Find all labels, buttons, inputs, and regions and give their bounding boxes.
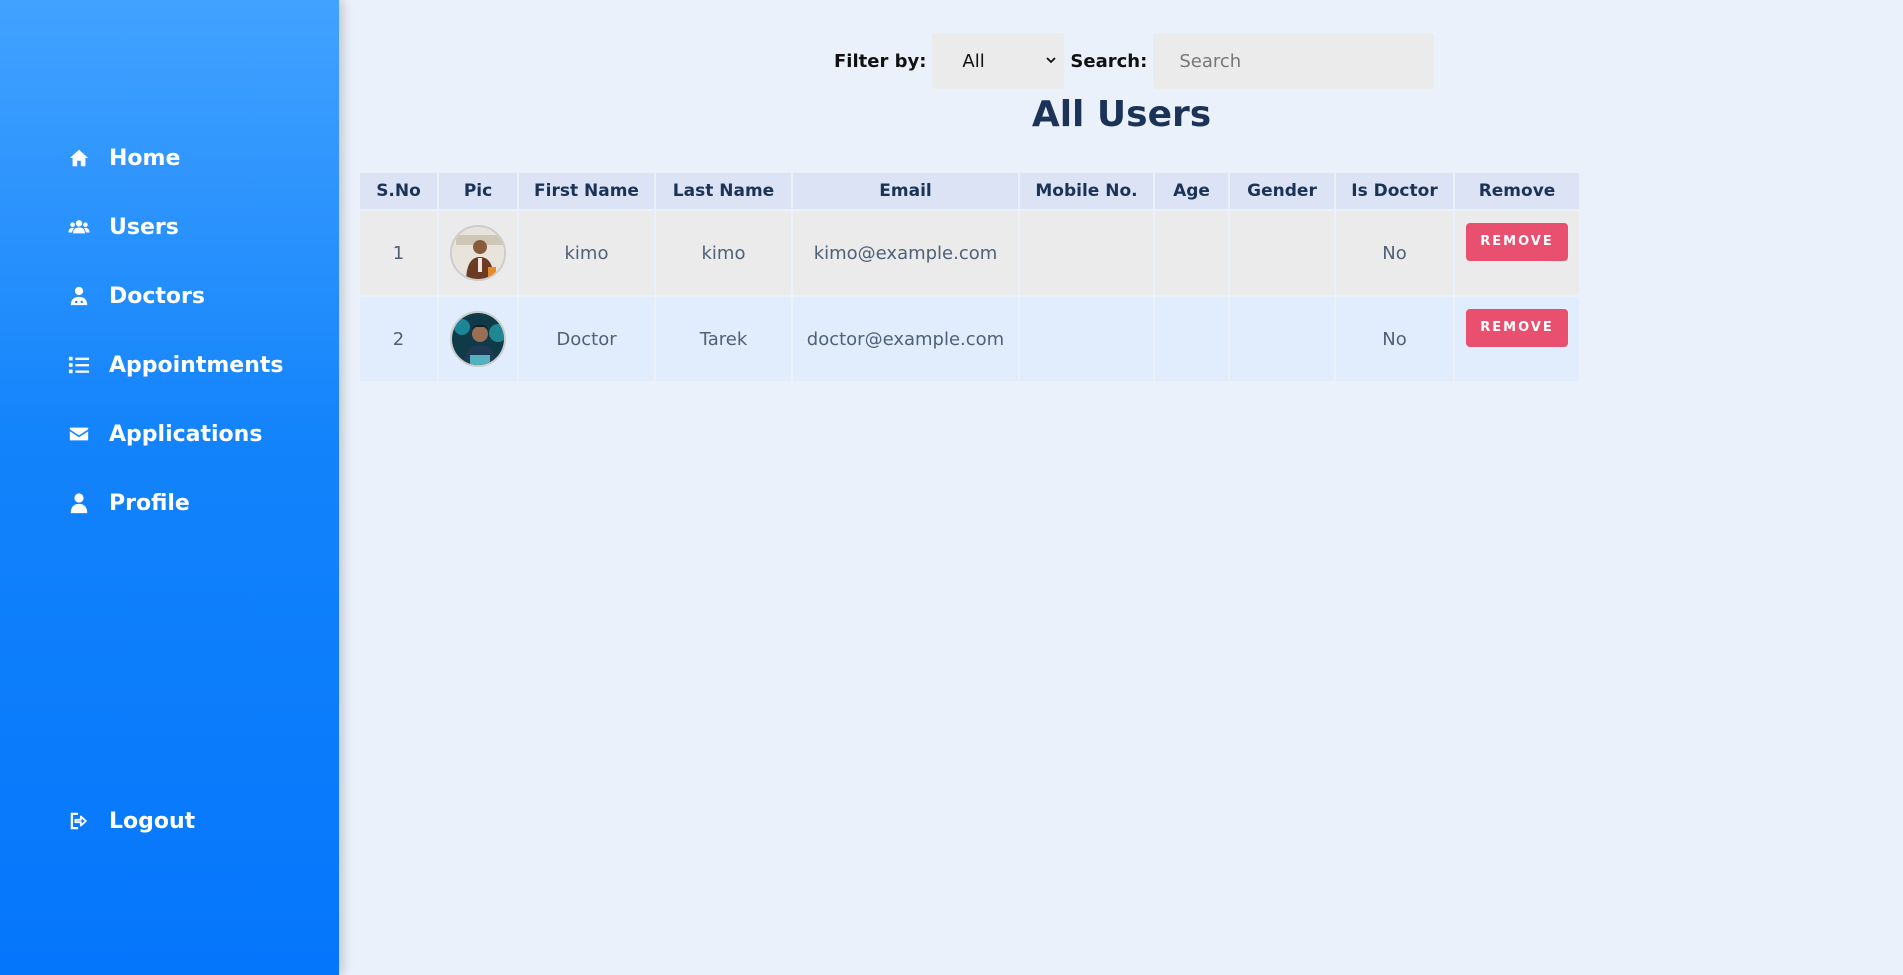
column-header: Pic xyxy=(437,171,519,211)
filter-bar: Filter by: All Search: xyxy=(834,33,1435,89)
filter-select-value: All xyxy=(962,50,985,72)
avatar xyxy=(450,225,506,281)
sidebar-item-label: Users xyxy=(109,214,179,240)
sidebar-item-label: Appointments xyxy=(109,352,284,378)
envelope-icon xyxy=(68,423,90,445)
cell-age xyxy=(1153,209,1230,297)
cell-is-doctor: No xyxy=(1334,209,1455,297)
sidebar-item-profile[interactable]: Profile xyxy=(68,486,190,520)
sidebar-item-label: Profile xyxy=(109,490,190,516)
sidebar-item-users[interactable]: Users xyxy=(68,210,179,244)
cell-remove: REMOVE xyxy=(1453,209,1581,297)
filter-label: Filter by: xyxy=(834,50,927,72)
table-row: 1 kimo kimo kimo@example.com No REMOVE xyxy=(358,209,1581,297)
logout-icon xyxy=(68,810,90,832)
cell-email: doctor@example.com xyxy=(791,295,1020,383)
user-icon xyxy=(68,492,90,514)
sidebar-item-label: Applications xyxy=(109,421,263,447)
search-label: Search: xyxy=(1070,50,1148,72)
column-header: Remove xyxy=(1453,171,1581,211)
cell-gender xyxy=(1228,295,1336,383)
cell-last-name: kimo xyxy=(654,209,793,297)
page-title: All Users xyxy=(1031,94,1212,135)
table-header-row: S.No Pic First Name Last Name Email Mobi… xyxy=(358,171,1581,211)
users-icon xyxy=(68,216,90,238)
remove-button[interactable]: REMOVE xyxy=(1466,223,1568,261)
column-header: First Name xyxy=(517,171,656,211)
sidebar-item-label: Home xyxy=(109,145,181,171)
column-header: S.No xyxy=(358,171,439,211)
sidebar-item-label: Doctors xyxy=(109,283,205,309)
cell-is-doctor: No xyxy=(1334,295,1455,383)
table-row: 2 Doctor Tarek doctor@example.com No REM… xyxy=(358,295,1581,383)
avatar xyxy=(450,311,506,367)
sidebar-item-appointments[interactable]: Appointments xyxy=(68,348,283,382)
logout-label: Logout xyxy=(109,808,196,834)
cell-first-name: Doctor xyxy=(517,295,656,383)
list-icon xyxy=(68,354,90,376)
column-header: Mobile No. xyxy=(1018,171,1155,211)
logout-button[interactable]: Logout xyxy=(68,804,195,838)
filter-select[interactable]: All xyxy=(932,33,1065,89)
cell-sno: 1 xyxy=(358,209,439,297)
cell-pic xyxy=(437,295,519,383)
cell-email: kimo@example.com xyxy=(791,209,1020,297)
home-icon xyxy=(68,147,90,169)
cell-pic xyxy=(437,209,519,297)
column-header: Email xyxy=(791,171,1020,211)
remove-button[interactable]: REMOVE xyxy=(1466,309,1568,347)
doctor-icon xyxy=(68,285,90,307)
cell-first-name: kimo xyxy=(517,209,656,297)
cell-sno: 2 xyxy=(358,295,439,383)
cell-mobile xyxy=(1018,209,1155,297)
chevron-down-icon xyxy=(1046,57,1057,64)
column-header: Gender xyxy=(1228,171,1336,211)
sidebar-item-applications[interactable]: Applications xyxy=(68,417,262,451)
cell-age xyxy=(1153,295,1230,383)
sidebar: Home Users Doctors Appointments Applicat… xyxy=(0,0,339,975)
column-header: Last Name xyxy=(654,171,793,211)
column-header: Age xyxy=(1153,171,1230,211)
cell-gender xyxy=(1228,209,1336,297)
sidebar-item-doctors[interactable]: Doctors xyxy=(68,279,205,313)
cell-last-name: Tarek xyxy=(654,295,793,383)
cell-remove: REMOVE xyxy=(1453,295,1581,383)
users-table: S.No Pic First Name Last Name Email Mobi… xyxy=(358,171,1581,383)
cell-mobile xyxy=(1018,295,1155,383)
sidebar-item-home[interactable]: Home xyxy=(68,141,180,175)
column-header: Is Doctor xyxy=(1334,171,1455,211)
search-input[interactable] xyxy=(1153,33,1435,89)
